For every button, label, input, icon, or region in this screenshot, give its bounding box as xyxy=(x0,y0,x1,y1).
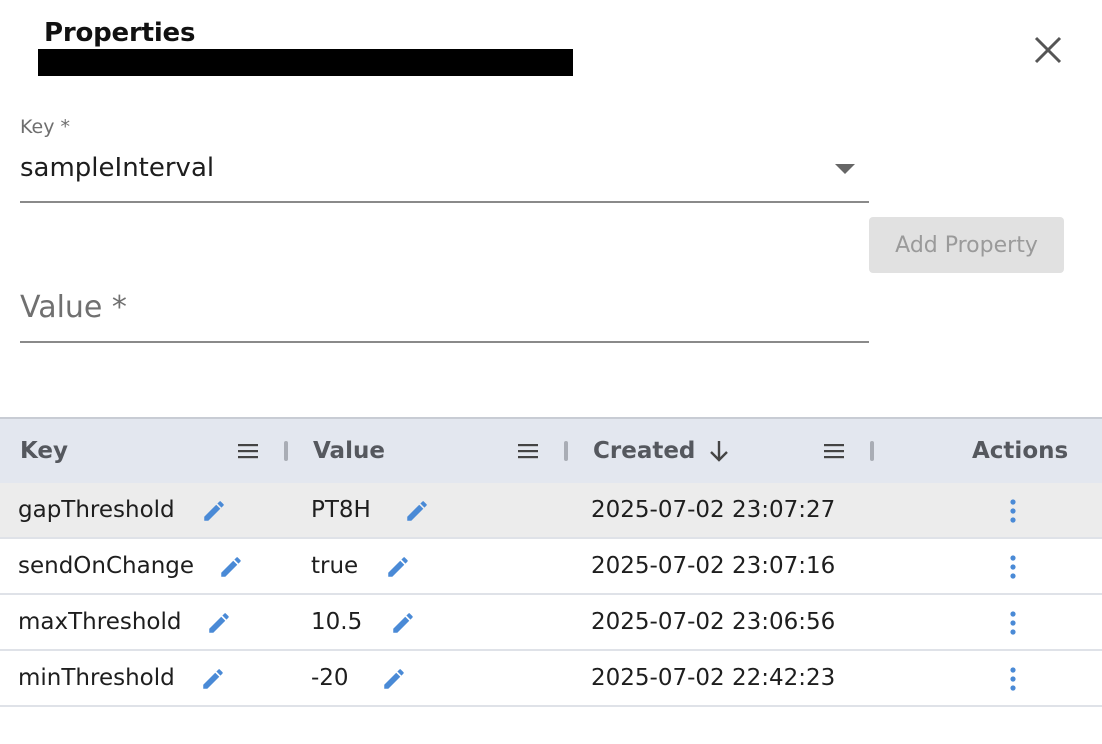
table-row[interactable]: sendOnChange true 2025-07-02 23:07:16 xyxy=(0,539,1102,595)
cell-value: PT8H xyxy=(311,497,371,523)
cell-created: 2025-07-02 23:07:16 xyxy=(591,553,836,579)
column-resize-handle[interactable] xyxy=(564,441,568,461)
edit-value-pencil-icon[interactable] xyxy=(381,666,407,692)
column-label-value: Value xyxy=(313,438,385,464)
dialog-title: Properties xyxy=(44,18,196,48)
column-menu-icon[interactable] xyxy=(236,441,260,461)
column-resize-handle[interactable] xyxy=(284,441,288,461)
cell-key: maxThreshold xyxy=(18,609,182,635)
column-menu-icon[interactable] xyxy=(822,441,846,461)
add-property-button[interactable]: Add Property xyxy=(869,217,1064,273)
more-actions-icon[interactable] xyxy=(1009,498,1017,524)
edit-value-pencil-icon[interactable] xyxy=(390,610,416,636)
key-selected-value: sampleInterval xyxy=(20,153,215,183)
key-label: Key * xyxy=(20,116,70,138)
redacted-subtitle xyxy=(38,49,573,76)
edit-key-pencil-icon[interactable] xyxy=(218,554,244,580)
more-actions-icon[interactable] xyxy=(1009,666,1017,692)
column-header-created[interactable]: Created xyxy=(593,419,731,483)
column-label-created: Created xyxy=(593,438,696,464)
cell-key: minThreshold xyxy=(18,665,175,691)
edit-key-pencil-icon[interactable] xyxy=(206,610,232,636)
table-row[interactable]: gapThreshold PT8H 2025-07-02 23:07:27 xyxy=(0,483,1102,539)
more-actions-icon[interactable] xyxy=(1009,610,1017,636)
column-header-actions: Actions xyxy=(972,419,1068,483)
dropdown-arrow-icon[interactable] xyxy=(835,164,855,174)
properties-table: Key Value Created Actions gapThreshold P… xyxy=(0,417,1102,707)
value-input[interactable]: Value * xyxy=(20,270,869,343)
edit-key-pencil-icon[interactable] xyxy=(200,666,226,692)
edit-value-pencil-icon[interactable] xyxy=(404,498,430,524)
cell-key: gapThreshold xyxy=(18,497,175,523)
more-actions-icon[interactable] xyxy=(1009,554,1017,580)
edit-value-pencil-icon[interactable] xyxy=(385,554,411,580)
table-header: Key Value Created Actions xyxy=(0,417,1102,483)
cell-value: -20 xyxy=(311,665,349,691)
column-label-key: Key xyxy=(20,438,69,464)
cell-created: 2025-07-02 22:42:23 xyxy=(591,665,836,691)
cell-created: 2025-07-02 23:07:27 xyxy=(591,497,836,523)
value-placeholder: Value * xyxy=(20,290,127,325)
cell-created: 2025-07-02 23:06:56 xyxy=(591,609,836,635)
column-header-value[interactable]: Value xyxy=(313,419,385,483)
cell-value: true xyxy=(311,553,359,579)
sort-descending-icon[interactable] xyxy=(707,438,731,464)
column-label-actions: Actions xyxy=(972,438,1069,464)
close-icon xyxy=(1034,36,1062,64)
close-button[interactable] xyxy=(1028,30,1068,70)
column-menu-icon[interactable] xyxy=(516,441,540,461)
table-row[interactable]: maxThreshold 10.5 2025-07-02 23:06:56 xyxy=(0,595,1102,651)
key-select[interactable]: Key * sampleInterval xyxy=(20,116,869,203)
edit-key-pencil-icon[interactable] xyxy=(201,498,227,524)
table-row[interactable]: minThreshold -20 2025-07-02 22:42:23 xyxy=(0,651,1102,707)
column-header-key[interactable]: Key xyxy=(20,419,68,483)
cell-key: sendOnChange xyxy=(18,553,195,579)
column-resize-handle[interactable] xyxy=(870,441,874,461)
cell-value: 10.5 xyxy=(311,609,363,635)
